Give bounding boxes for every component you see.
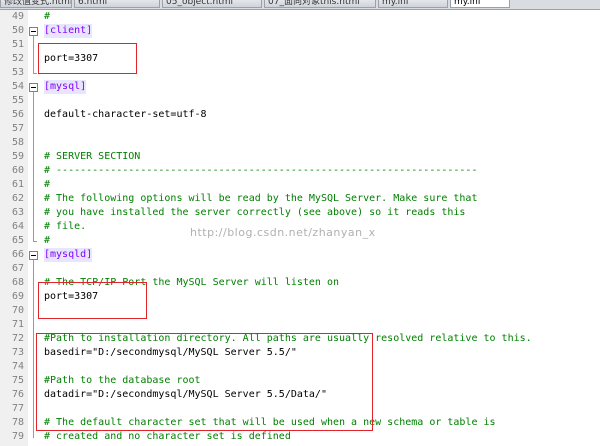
line-number: 65 [11, 235, 24, 246]
line-number: 57 [11, 123, 24, 134]
fold-guide [33, 92, 34, 242]
comment-text: #Path to the database root [44, 375, 201, 386]
comment-text: # created and no character set is define… [44, 431, 291, 442]
line-number: 78 [11, 417, 24, 428]
comment-text: # [44, 235, 51, 246]
line-number: 60 [11, 165, 24, 176]
line-number: 69 [11, 291, 24, 302]
code-text: port=3307 [44, 53, 99, 64]
comment-text: # you have installed the server correctl… [44, 207, 466, 218]
line-number: 75 [11, 375, 24, 386]
code-line[interactable]: 50 [client] [0, 24, 600, 38]
fold-toggle-icon[interactable] [29, 27, 38, 36]
code-line[interactable]: 75 #Path to the database root [0, 374, 600, 388]
fold-toggle-icon[interactable] [29, 83, 38, 92]
line-number: 79 [11, 431, 24, 442]
code-line[interactable]: 58 [0, 136, 600, 150]
code-line[interactable]: 57 [0, 122, 600, 136]
tab-file-5[interactable]: my.ini [378, 0, 448, 8]
line-number: 66 [11, 249, 24, 260]
code-line[interactable]: 60 # ------------------------------------… [0, 164, 600, 178]
code-line[interactable]: 55 [0, 94, 600, 108]
code-line[interactable]: 77 [0, 402, 600, 416]
tab-bar: 修改值变式.html 6.html 05_object.html 07_面向对象… [0, 0, 600, 10]
code-line[interactable]: 67 [0, 262, 600, 276]
line-number: 74 [11, 361, 24, 372]
line-number: 61 [11, 179, 24, 190]
code-line[interactable]: 71 [0, 318, 600, 332]
code-line[interactable]: 52 port=3307 [0, 52, 600, 66]
line-number: 59 [11, 151, 24, 162]
line-number: 54 [11, 81, 24, 92]
line-number: 58 [11, 137, 24, 148]
line-number: 64 [11, 221, 24, 232]
line-number: 71 [11, 319, 24, 330]
watermark-text: http://blog.csdn.net/zhanyan_x [190, 226, 376, 239]
comment-text: # The TCP/IP Port the MySQL Server will … [44, 277, 340, 288]
line-number: 55 [11, 95, 24, 106]
code-line[interactable]: 73 basedir="D:/secondmysql/MySQL Server 5… [0, 346, 600, 360]
fold-toggle-icon[interactable] [29, 251, 38, 260]
comment-text: # file. [44, 221, 87, 232]
code-text: default-character-set=utf-8 [44, 109, 207, 120]
comment-text: # SERVER SECTION [44, 151, 141, 162]
fold-guide [33, 260, 34, 438]
code-line[interactable]: 53 [0, 66, 600, 80]
code-line[interactable]: 62 # The following options will be read b… [0, 192, 600, 206]
code-line[interactable]: 59 # SERVER SECTION [0, 150, 600, 164]
code-line[interactable]: 56 default-character-set=utf-8 [0, 108, 600, 122]
section-header: [mysqld] [44, 248, 93, 262]
code-line[interactable]: 66 [mysqld] [0, 248, 600, 262]
line-number: 56 [11, 109, 24, 120]
line-number: 72 [11, 333, 24, 344]
section-header: [mysql] [44, 80, 87, 94]
line-number: 53 [11, 67, 24, 78]
line-number: 68 [11, 277, 24, 288]
code-text: basedir="D:/secondmysql/MySQL Server 5.5… [44, 347, 297, 358]
tab-file-4[interactable]: 07_面向对象this.html [264, 0, 376, 8]
line-number: 70 [11, 305, 24, 316]
fold-guide [33, 36, 34, 74]
code-line[interactable]: 51 [0, 38, 600, 52]
comment-text: # --------------------------------------… [44, 165, 478, 176]
code-line[interactable]: 69 port=3307 [0, 290, 600, 304]
code-line[interactable]: 49 # [0, 10, 600, 24]
tab-file-active[interactable]: my.ini [450, 0, 510, 8]
line-number: 62 [11, 193, 24, 204]
code-text: port=3307 [44, 291, 99, 302]
code-line[interactable]: 78 # The default character set that will … [0, 416, 600, 430]
code-text: datadir="D:/secondmysql/MySQL Server 5.5… [44, 389, 327, 400]
line-number: 50 [11, 25, 24, 36]
code-line[interactable]: 74 [0, 360, 600, 374]
code-line[interactable]: 61 # [0, 178, 600, 192]
code-line[interactable]: 79 # created and no character set is defi… [0, 430, 600, 444]
line-number: 76 [11, 389, 24, 400]
code-line[interactable]: 76 datadir="D:/secondmysql/MySQL Server 5… [0, 388, 600, 402]
line-number: 77 [11, 403, 24, 414]
comment-text: # The default character set that will be… [44, 417, 496, 428]
line-number: 67 [11, 263, 24, 274]
tab-file-3[interactable]: 05_object.html [162, 0, 262, 8]
code-line[interactable]: 68 # The TCP/IP Port the MySQL Server wil… [0, 276, 600, 290]
tab-file-1[interactable]: 修改值变式.html [0, 0, 72, 8]
code-line[interactable]: 54 [mysql] [0, 80, 600, 94]
comment-text: # The following options will be read by … [44, 193, 478, 204]
line-number: 51 [11, 39, 24, 50]
fold-end-marker [33, 241, 37, 242]
code-line[interactable]: 70 [0, 304, 600, 318]
line-number: 52 [11, 53, 24, 64]
fold-end-marker [33, 73, 37, 74]
section-header: [client] [44, 24, 93, 38]
comment-text: # [44, 179, 51, 190]
line-number: 73 [11, 347, 24, 358]
line-number: 63 [11, 207, 24, 218]
code-line[interactable]: 63 # you have installed the server correc… [0, 206, 600, 220]
code-line[interactable]: 72 #Path to installation directory. All p… [0, 332, 600, 346]
comment-text: # [44, 11, 51, 22]
comment-text: #Path to installation directory. All pat… [44, 333, 532, 344]
tab-file-2[interactable]: 6.html [74, 0, 160, 8]
line-number: 49 [11, 11, 24, 22]
